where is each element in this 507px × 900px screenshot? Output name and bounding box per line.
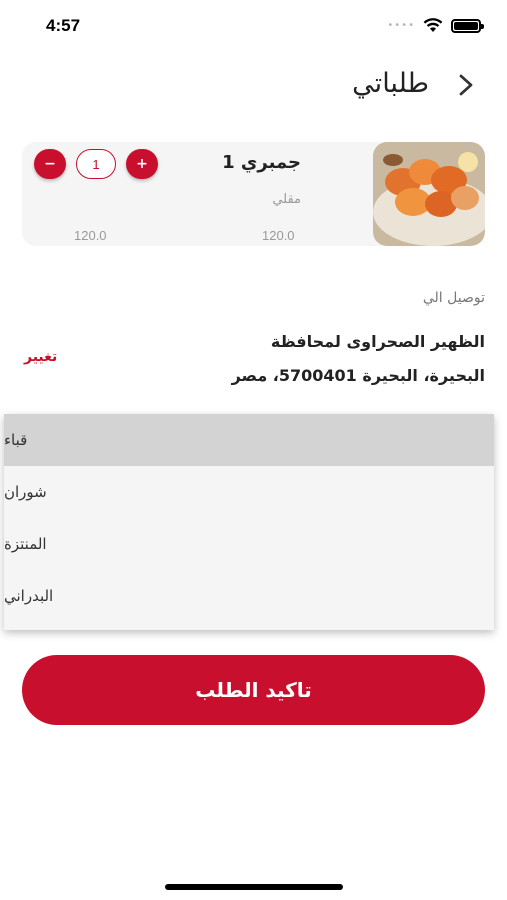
decrease-quantity-button[interactable]: −	[34, 149, 66, 179]
address-line-2: البحيرة، البحيرة 5700401، مصر	[231, 366, 485, 385]
change-address-link[interactable]: تغيير	[24, 349, 57, 365]
confirm-order-button[interactable]: تاكيد الطلب	[22, 655, 485, 725]
area-dropdown-list: قباء شوران المنتزة البدراني	[4, 414, 494, 630]
delivery-label: توصيل الي	[422, 290, 485, 306]
status-bar: 4:57 ••••	[0, 0, 507, 50]
battery-icon	[451, 18, 484, 33]
wifi-icon	[423, 18, 443, 32]
quantity-value: 1	[76, 149, 116, 179]
product-name: جمبري 1	[222, 152, 301, 173]
dropdown-option[interactable]: شوران	[4, 466, 494, 518]
unit-price: 120.0	[262, 228, 295, 243]
dropdown-option[interactable]: البدراني	[4, 570, 494, 622]
signal-dots-icon: ••••	[387, 20, 415, 31]
product-image	[373, 142, 485, 246]
dropdown-option[interactable]: المنتزة	[4, 518, 494, 570]
back-button[interactable]	[451, 70, 481, 100]
address-line-1: الظهير الصحراوى لمحافظة	[270, 332, 485, 351]
home-indicator	[165, 884, 343, 890]
cart-item-card: جمبري 1 مقلي 120.0 120.0 − 1 +	[22, 142, 485, 246]
page-title: طلباتي	[352, 68, 429, 99]
chevron-right-icon	[459, 74, 473, 96]
quantity-stepper: − 1 +	[34, 149, 158, 179]
status-time: 4:57	[46, 16, 81, 35]
header: طلباتي	[0, 62, 507, 108]
product-variant: مقلي	[272, 192, 301, 207]
dropdown-option[interactable]: قباء	[4, 414, 494, 466]
increase-quantity-button[interactable]: +	[126, 149, 158, 179]
total-price: 120.0	[74, 228, 107, 243]
status-icons: ••••	[387, 18, 484, 33]
